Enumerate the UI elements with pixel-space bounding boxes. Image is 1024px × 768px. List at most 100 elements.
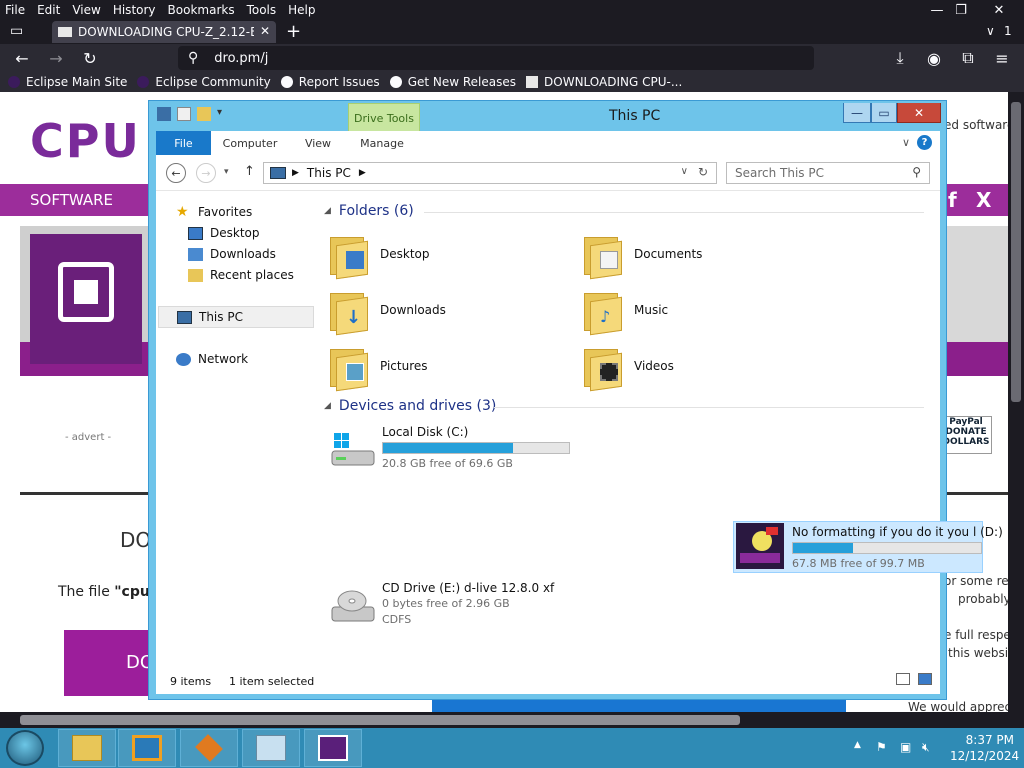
nav-software-link[interactable]: SOFTWARE [30,191,113,209]
details-view-icon[interactable] [896,673,910,685]
drive-tools-tab[interactable]: Drive Tools [348,103,420,131]
extensions-icon[interactable]: ⧉ [956,46,980,70]
maximize-icon[interactable]: ▭ [871,103,897,123]
back-arrow-icon[interactable]: ← [10,46,34,70]
desktop-icon [346,251,364,269]
menu-help[interactable]: Help [282,3,321,17]
new-folder-icon[interactable] [197,107,211,121]
account-icon[interactable]: ◉ [922,46,946,70]
taskbar-app-4[interactable] [242,729,300,767]
scroll-thumb[interactable] [1011,102,1021,402]
x-twitter-icon[interactable]: X [976,188,991,212]
bookmark-eclipse-main[interactable]: Eclipse Main Site [8,75,127,89]
folder-downloads[interactable]: ↓ Downloads [328,287,446,336]
folder-videos[interactable]: Videos [582,343,674,392]
folder-music[interactable]: ♪ Music [582,287,668,336]
devices-header[interactable]: ◢ Devices and drives (3) [324,398,932,414]
explorer-titlebar[interactable]: ▾ Drive Tools This PC — ▭ ✕ [149,101,946,131]
menu-bookmarks[interactable]: Bookmarks [162,3,241,17]
recent-locations-icon[interactable]: ▾ [224,167,229,177]
download-icon[interactable]: ⤓ [888,46,912,70]
taskbar-cpuz[interactable] [304,729,362,767]
nav-downloads[interactable]: Downloads [188,247,276,261]
breadcrumb-this-pc[interactable]: This PC [307,166,351,180]
folders-header[interactable]: ◢ Folders (6) [324,203,932,219]
help-icon[interactable]: ? [917,135,932,150]
paypal-donate-button[interactable]: PayPal DONATE DOLLARS [940,416,992,454]
bookmark-eclipse-community[interactable]: Eclipse Community [137,75,271,89]
customize-qat-icon[interactable]: ▾ [217,107,222,121]
menu-history[interactable]: History [107,3,162,17]
menu-tools[interactable]: Tools [241,3,283,17]
start-orb-icon[interactable] [6,730,44,766]
close-icon[interactable]: ✕ [982,0,1016,20]
collapse-icon[interactable]: ◢ [324,401,331,411]
back-arrow-icon[interactable]: ← [166,163,186,183]
page-vertical-scrollbar[interactable] [1008,92,1024,712]
expand-ribbon-icon[interactable]: ∨ [902,136,910,149]
menu-file[interactable]: File [0,3,31,17]
scroll-thumb[interactable] [20,715,740,725]
drive-name: CD Drive (E:) d-live 12.8.0 xf [382,581,555,595]
tab-view[interactable]: View [296,131,340,155]
system-clock[interactable]: 8:37 PM 12/12/2024 [950,732,1019,764]
tab-computer[interactable]: Computer [218,131,282,155]
section-title: Devices and drives (3) [338,398,497,414]
url-bar[interactable]: ⚲ dro.pm/j [178,46,814,70]
breadcrumb-arrow-icon[interactable]: ▶ [292,168,299,178]
nav-recent-places[interactable]: Recent places [188,268,294,282]
show-hidden-icons-icon[interactable]: ▲ [854,740,861,750]
bookmark-label: Eclipse Community [155,75,271,89]
tab-close-icon[interactable]: ✕ [260,24,270,38]
drive-e[interactable]: CD Drive (E:) d-live 12.8.0 xf 0 bytes f… [328,581,578,629]
properties-icon[interactable] [177,107,191,121]
taskbar-file-explorer[interactable] [58,729,116,767]
folder-desktop[interactable]: Desktop [328,231,430,280]
bookmark-report-issues[interactable]: Report Issues [280,75,380,89]
hamburger-menu-icon[interactable]: ≡ [990,46,1014,70]
forward-arrow-icon[interactable]: → [44,46,68,70]
menu-view[interactable]: View [66,3,106,17]
address-dropdown-icon[interactable]: ∨ [681,166,688,177]
cpu-chip-logo-icon [30,234,142,364]
forward-arrow-icon[interactable]: → [196,163,216,183]
download-button[interactable]: DO [64,630,154,696]
up-arrow-icon[interactable]: ↑ [244,164,255,179]
reload-icon[interactable]: ↻ [78,46,102,70]
search-input[interactable]: Search This PC ⚲ [726,162,930,184]
address-bar[interactable]: ▶ This PC ▶ ∨ ↻ [263,162,717,184]
folder-pictures[interactable]: Pictures [328,343,428,392]
status-selection: 1 item selected [229,675,315,688]
bookmark-get-new-releases[interactable]: Get New Releases [389,75,516,89]
volume-muted-icon[interactable]: 🔇︎ [922,740,930,755]
page-horizontal-scrollbar[interactable] [0,712,1024,728]
tab-manage[interactable]: Manage [352,131,412,155]
flag-icon[interactable]: ⚑ [876,740,887,754]
nav-this-pc[interactable]: This PC [158,306,314,328]
nav-desktop[interactable]: Desktop [188,226,260,240]
taskbar-app-3[interactable] [180,729,238,767]
drive-d[interactable]: No formatting if you do it you l (D:) 67… [736,523,1003,573]
collapse-icon[interactable]: ◢ [324,206,331,216]
tab-list-icon[interactable]: ▭ [10,23,23,39]
minimize-icon[interactable]: — [843,103,871,123]
tab-count-chevron-icon[interactable]: ∨ [986,24,995,38]
restore-icon[interactable]: ❐ [944,0,978,20]
folder-documents[interactable]: Documents [582,231,702,280]
refresh-icon[interactable]: ↻ [698,165,708,179]
facebook-icon[interactable]: f [948,188,957,212]
tab-downloading[interactable]: DOWNLOADING CPU-Z_2.12-EN ✕ [52,21,276,43]
bookmark-downloading[interactable]: DOWNLOADING CPU-... [526,75,682,89]
drive-c[interactable]: Local Disk (C:) 20.8 GB free of 69.6 GB [328,425,578,473]
new-tab-icon[interactable]: + [286,21,301,42]
close-icon[interactable]: ✕ [897,103,941,123]
breadcrumb-arrow-icon[interactable]: ▶ [359,168,366,178]
menu-edit[interactable]: Edit [31,3,66,17]
nav-favorites[interactable]: ★ Favorites [176,205,252,220]
cpuid-logo[interactable]: CPU [30,114,141,168]
tab-file[interactable]: File [156,131,211,155]
taskbar-app-2[interactable] [118,729,176,767]
large-icons-view-icon[interactable] [918,673,932,685]
network-tray-icon[interactable]: ▣ [900,740,911,754]
nav-network[interactable]: Network [176,352,248,366]
